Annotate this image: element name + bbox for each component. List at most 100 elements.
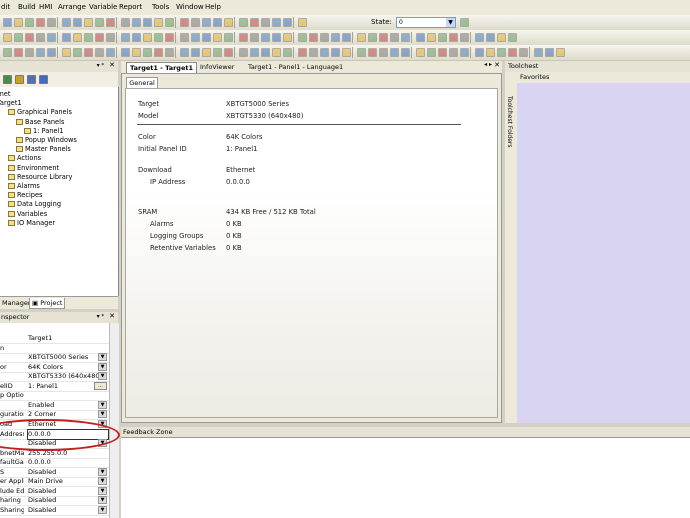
toolbar-button-icon[interactable] [154,48,163,57]
menu-item-dit[interactable]: dit [1,3,10,11]
toolbar-button-icon[interactable] [309,48,318,57]
toolbar-button-icon[interactable] [25,33,34,42]
toolbar-button-icon[interactable] [36,33,45,42]
tree-item[interactable]: IO Manager [8,219,55,227]
property-value[interactable]: XBTGT5000 Series [28,353,88,362]
toolbar-button-icon[interactable] [298,33,307,42]
toolbar-button-icon[interactable] [62,48,71,57]
toolbar-button-icon[interactable] [47,18,56,27]
chevron-down-icon[interactable]: ▼ [98,410,107,419]
toolbar-button-icon[interactable] [342,33,351,42]
toolbar-button-icon[interactable] [519,48,528,57]
property-row[interactable]: Target1 [0,334,109,344]
toolbar-button-icon[interactable] [202,48,211,57]
chevron-down-icon[interactable]: ▼ [98,372,107,381]
toolbar-button-icon[interactable] [3,18,12,27]
toolbar-button-icon[interactable] [357,33,366,42]
tree-item[interactable]: 1: Panel1 [24,127,64,135]
toolbar-button-icon[interactable] [272,33,281,42]
toolbar-button-icon[interactable] [191,33,200,42]
menu-item-tools[interactable]: Tools [152,3,169,11]
toolbar-button-icon[interactable] [449,48,458,57]
chevron-down-icon[interactable]: ▼ [98,362,107,371]
toolbar-button-icon[interactable] [213,48,222,57]
toolbar-button-icon[interactable] [121,33,130,42]
tree-item[interactable]: Alarms [8,182,40,190]
toolbar-button-icon[interactable] [106,48,115,57]
project-tool-icon[interactable] [15,75,24,84]
tree-item[interactable]: Target1 [0,99,22,107]
toolbar-button-icon[interactable] [545,48,554,57]
toolbar-button-icon[interactable] [309,33,318,42]
property-row[interactable]: XBTGT5330 (640x480) ▼ [0,372,109,383]
close-icon[interactable]: ✕ [109,312,115,320]
property-row[interactable]: S Disabled ▼ [0,467,109,478]
toolbar-button-icon[interactable] [84,33,93,42]
toolbar-button-icon[interactable] [165,48,174,57]
toolbar-button-icon[interactable] [95,18,104,27]
toolbar-button-icon[interactable] [25,18,34,27]
menu-item-variable[interactable]: Variable [89,3,117,11]
toolbar-button-icon[interactable] [460,33,469,42]
toolbar-button-icon[interactable] [250,18,259,27]
toolbar-button-icon[interactable] [14,18,23,27]
toolbar-button-icon[interactable] [390,48,399,57]
toolbar-button-icon[interactable] [239,33,248,42]
toolbar-button-icon[interactable] [132,33,141,42]
toolbar-button-icon[interactable] [180,18,189,27]
property-row[interactable]: er Applica Main Drive ▼ [0,477,109,488]
toolbar-button-icon[interactable] [438,48,447,57]
tree-item[interactable]: Graphical Panels [8,108,72,116]
toolbar-button-icon[interactable] [460,48,469,57]
property-row[interactable]: XBTGT5000 Series ▼ [0,353,109,364]
property-value[interactable]: Main Drive [28,477,63,486]
toolbar-button-icon[interactable] [342,48,351,57]
toolbar-button-icon[interactable] [497,48,506,57]
favorites-header[interactable]: Favorites [505,72,690,83]
toolbar-button-icon[interactable] [154,33,163,42]
chevron-down-icon[interactable]: ▼ [98,477,107,486]
toolbar-button-icon[interactable] [132,18,141,27]
pin-icon[interactable]: ▾ ᵠ [97,62,104,69]
menu-item-arrange[interactable]: Arrange [58,3,86,11]
property-row[interactable]: elID 1: Panel1... [0,381,109,392]
toolbar-button-icon[interactable] [84,48,93,57]
toolbar-button-icon[interactable] [132,48,141,57]
menu-item-build[interactable]: Build [18,3,36,11]
toolbar-button-icon[interactable] [36,18,45,27]
toolbar-button-icon[interactable] [121,48,130,57]
toolbar-button-icon[interactable] [508,48,517,57]
chevron-down-icon[interactable]: ▼ [98,486,107,495]
toolbar-button-icon[interactable] [390,33,399,42]
toolbar-button-icon[interactable] [73,18,82,27]
tree-item[interactable]: Environment [8,164,59,172]
toolbar-button-icon[interactable] [3,33,12,42]
property-value[interactable]: Target1 [28,334,52,343]
toolbar-button-icon[interactable] [283,33,292,42]
toolbar-button-icon[interactable] [3,48,12,57]
property-row[interactable]: Enabled ▼ [0,400,109,411]
property-value[interactable]: Disabled [28,487,56,496]
toolbar-button-icon[interactable] [180,48,189,57]
toolbar-button-icon[interactable] [261,18,270,27]
toolbar-button-icon[interactable] [224,48,233,57]
toolbar-button-icon[interactable] [460,18,469,27]
toolbar-button-icon[interactable] [416,33,425,42]
property-row[interactable]: haring Disabled ▼ [0,496,109,507]
project-tool-icon[interactable] [39,75,48,84]
toolbar-button-icon[interactable] [165,18,174,27]
tree-item[interactable]: Variables [8,210,47,218]
chevron-down-icon[interactable]: ▼ [98,505,107,514]
toolbar-button-icon[interactable] [143,18,152,27]
toolbar-button-icon[interactable] [331,33,340,42]
toolbar-button-icon[interactable] [202,18,211,27]
toolbar-button-icon[interactable] [47,33,56,42]
toolbar-button-icon[interactable] [14,48,23,57]
toolbar-button-icon[interactable] [556,48,565,57]
tree-item[interactable]: Data Logging [8,200,61,208]
tree-item[interactable]: Recipes [8,191,42,199]
toolbar-button-icon[interactable] [224,18,233,27]
toolbar-button-icon[interactable] [73,48,82,57]
chevron-down-icon[interactable]: ▼ [98,353,107,362]
toolbar-button-icon[interactable] [379,48,388,57]
